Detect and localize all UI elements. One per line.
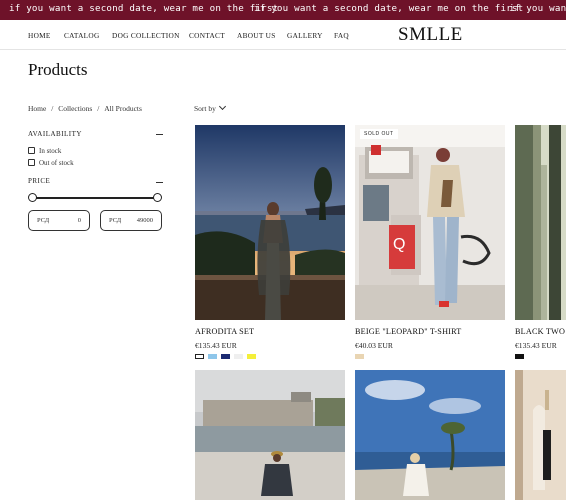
checkbox[interactable] xyxy=(28,159,35,166)
announcement-bar: if you want a second date, wear me on th… xyxy=(0,0,566,20)
nav-about-us[interactable]: ABOUT US xyxy=(237,31,276,40)
color-swatch[interactable] xyxy=(221,354,230,359)
page-title: Products xyxy=(28,60,88,79)
product-price: €135.43 EUR xyxy=(515,341,557,350)
breadcrumb-collections[interactable]: Collections xyxy=(58,104,92,113)
price-slider-max-handle[interactable] xyxy=(153,193,162,202)
color-swatch[interactable] xyxy=(515,354,524,359)
price-slider-min-handle[interactable] xyxy=(28,193,37,202)
product-price: €135.43 EUR xyxy=(195,341,237,350)
color-swatch[interactable] xyxy=(234,354,243,359)
announcement-message: if you want a second date, wear me on th… xyxy=(9,3,279,14)
product-image[interactable] xyxy=(515,370,566,500)
filter-out-of-stock[interactable]: Out of stock xyxy=(28,159,74,167)
filter-out-of-stock-label: Out of stock xyxy=(39,159,74,167)
breadcrumb: Home / Collections / All Products xyxy=(28,104,142,113)
price-min-input[interactable]: РСД 0 xyxy=(28,210,90,231)
sold-out-badge: SOLD OUT xyxy=(360,129,398,139)
collapse-icon[interactable] xyxy=(156,182,163,183)
product-image-beige-leopard-t-shirt[interactable]: Q xyxy=(355,125,505,320)
breadcrumb-separator: / xyxy=(97,104,100,113)
currency-label: РСД xyxy=(37,217,50,224)
product-image[interactable] xyxy=(195,370,345,500)
product-image[interactable] xyxy=(355,370,505,500)
color-swatch[interactable] xyxy=(195,354,204,359)
nav-catalog[interactable]: CATALOG xyxy=(64,31,100,40)
sort-label: Sort by xyxy=(194,104,216,113)
site-logo[interactable]: SMLLE xyxy=(398,24,463,46)
color-swatch[interactable] xyxy=(247,354,256,359)
price-slider-track[interactable] xyxy=(32,197,158,199)
nav-contact[interactable]: CONTACT xyxy=(189,31,225,40)
product-image-afrodita-set[interactable] xyxy=(195,125,345,320)
product-image-black-two[interactable] xyxy=(515,125,566,320)
nav-dog-collection[interactable]: DOG COLLECTION xyxy=(112,31,180,40)
collapse-icon[interactable] xyxy=(156,134,163,135)
breadcrumb-separator: / xyxy=(51,104,54,113)
product-name[interactable]: BLACK TWO xyxy=(515,327,565,336)
filter-availability-title[interactable]: AVAILABILITY xyxy=(28,130,82,138)
nav-home[interactable]: HOME xyxy=(28,31,51,40)
color-swatch[interactable] xyxy=(208,354,217,359)
filter-in-stock-label: In stock xyxy=(39,147,62,155)
currency-label: РСД xyxy=(109,217,122,224)
announcement-message: if you want a second date, wear me on th… xyxy=(509,3,566,14)
filter-in-stock[interactable]: In stock xyxy=(28,147,61,155)
product-price: €40.03 EUR xyxy=(355,341,393,350)
sort-dropdown[interactable]: Sort by xyxy=(194,102,226,113)
announcement-message: if you want a second date, wear me on th… xyxy=(254,3,524,14)
nav-gallery[interactable]: GALLERY xyxy=(287,31,323,40)
checkbox[interactable] xyxy=(28,147,35,154)
price-max-input[interactable]: РСД 49000 xyxy=(100,210,162,231)
price-min-value: 0 xyxy=(77,217,81,224)
price-max-value: 49000 xyxy=(136,217,153,224)
site-header: HOME CATALOG DOG COLLECTION CONTACT ABOU… xyxy=(0,20,566,50)
nav-faq[interactable]: FAQ xyxy=(334,31,349,40)
breadcrumb-home[interactable]: Home xyxy=(28,104,46,113)
filter-price-title[interactable]: PRICE xyxy=(28,177,50,185)
product-name[interactable]: AFRODITA SET xyxy=(195,327,254,336)
breadcrumb-current: All Products xyxy=(104,104,142,113)
color-swatch[interactable] xyxy=(355,354,364,359)
chevron-down-icon xyxy=(218,102,226,111)
svg-text:Q: Q xyxy=(393,236,405,253)
product-name[interactable]: BEIGE "LEOPARD" T-SHIRT xyxy=(355,327,461,336)
